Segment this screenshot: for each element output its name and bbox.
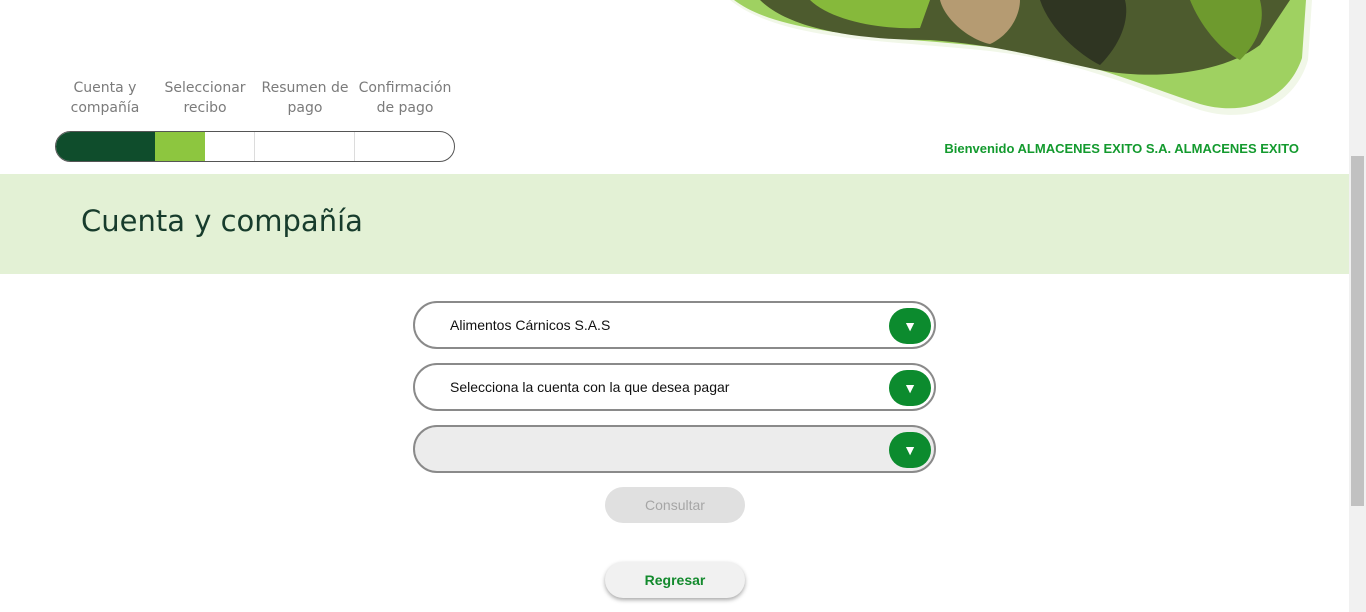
account-select-value: Selecciona la cuenta con la que desea pa… [450, 379, 730, 395]
page: Cuenta y compañía Seleccionar recibo Res… [0, 0, 1366, 612]
chevron-down-icon[interactable]: ▼ [889, 308, 931, 344]
chevron-down-icon[interactable]: ▼ [889, 432, 931, 468]
company-select[interactable]: Alimentos Cárnicos S.A.S ▼ [413, 301, 936, 349]
progress-bar [55, 131, 455, 162]
progress-segment-complete [56, 132, 155, 161]
progress-segment [355, 132, 454, 161]
progress-segment [205, 132, 255, 161]
step-label-line: de pago [376, 100, 434, 116]
scrollbar-thumb[interactable] [1351, 156, 1364, 506]
step-labels: Cuenta y compañía Seleccionar recibo Res… [55, 78, 455, 118]
step-label-line: Cuenta y [73, 80, 137, 96]
account-select[interactable]: Selecciona la cuenta con la que desea pa… [413, 363, 936, 411]
consultar-button[interactable]: Consultar [605, 487, 745, 523]
step-label-line: Seleccionar [164, 80, 246, 96]
scrollbar[interactable] [1349, 0, 1366, 612]
regresar-button[interactable]: Regresar [605, 562, 745, 598]
step-label-line: compañía [70, 100, 140, 116]
step-label-line: pago [287, 100, 323, 116]
step-label-line: Resumen de [261, 80, 349, 96]
step-label-recibo: Seleccionar recibo [155, 78, 255, 118]
step-label-line: recibo [183, 100, 227, 116]
section-banner: Cuenta y compañía [0, 174, 1349, 274]
progress-segment-current [155, 132, 205, 161]
header: Cuenta y compañía Seleccionar recibo Res… [0, 0, 1349, 174]
company-select-value: Alimentos Cárnicos S.A.S [450, 317, 611, 333]
page-title: Cuenta y compañía [81, 204, 363, 238]
step-label-resumen: Resumen de pago [255, 78, 355, 118]
step-label-cuenta: Cuenta y compañía [55, 78, 155, 118]
step-label-line: Confirmación [358, 80, 452, 96]
hero-image [730, 0, 1312, 115]
step-label-confirmacion: Confirmación de pago [355, 78, 455, 118]
third-select[interactable]: ▼ [413, 425, 936, 473]
welcome-text: Bienvenido ALMACENES EXITO S.A. ALMACENE… [944, 141, 1299, 156]
chevron-down-icon[interactable]: ▼ [889, 370, 931, 406]
progress-segment [255, 132, 355, 161]
